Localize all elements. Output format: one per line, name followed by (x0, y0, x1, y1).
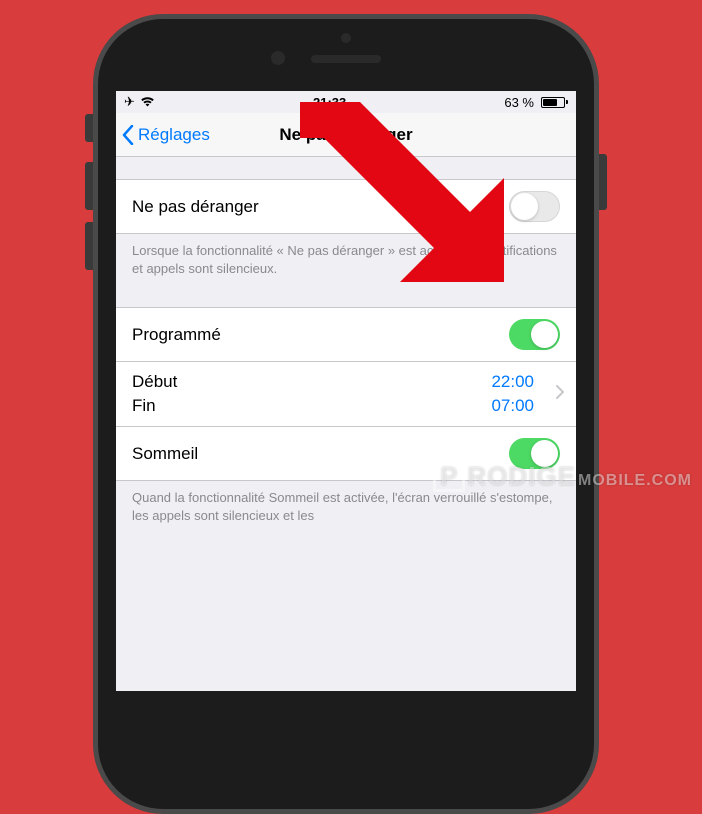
proximity-sensor (341, 33, 351, 43)
back-label: Réglages (138, 125, 210, 145)
screen: ✈︎ 21:33 63 % Réglages (116, 91, 576, 691)
volume-up-button (85, 162, 93, 210)
status-time: 21:33 (313, 95, 346, 110)
dnd-toggle[interactable] (509, 191, 560, 222)
scheduled-row[interactable]: Programmé (116, 307, 576, 362)
battery-percent: 63 % (504, 95, 534, 110)
scheduled-toggle[interactable] (509, 319, 560, 350)
navigation-bar: Réglages Ne pas déranger (116, 113, 576, 157)
watermark-r: R (467, 461, 487, 492)
earpiece-speaker (311, 55, 381, 63)
power-button (599, 154, 607, 210)
schedule-to-value: 07:00 (491, 394, 534, 418)
watermark-suffix: MOBILE.COM (578, 472, 692, 490)
dnd-label: Ne pas déranger (132, 197, 259, 217)
schedule-to-label: Fin (132, 394, 156, 418)
dnd-footer: Lorsque la fonctionnalité « Ne pas déran… (116, 234, 576, 285)
phone-bezel: ✈︎ 21:33 63 % Réglages (98, 19, 594, 809)
schedule-time-row[interactable]: Début 22:00 Fin 07:00 (116, 362, 576, 427)
sleep-label: Sommeil (132, 444, 198, 464)
wifi-icon (140, 95, 155, 110)
status-bar: ✈︎ 21:33 63 % (116, 91, 576, 113)
airplane-mode-icon: ✈︎ (124, 94, 135, 110)
mute-switch (85, 114, 93, 142)
battery-icon (539, 97, 568, 108)
volume-down-button (85, 222, 93, 270)
back-button[interactable]: Réglages (116, 125, 210, 145)
front-camera (271, 51, 285, 65)
chevron-right-icon (556, 384, 564, 404)
dnd-row[interactable]: Ne pas déranger (116, 179, 576, 234)
watermark-odige: ODIGE (487, 461, 576, 492)
schedule-from-value: 22:00 (491, 370, 534, 394)
schedule-from-label: Début (132, 370, 177, 394)
phone-frame: ✈︎ 21:33 63 % Réglages (93, 14, 599, 814)
chevron-left-icon (122, 125, 134, 145)
watermark-p: P (433, 460, 465, 492)
scheduled-label: Programmé (132, 325, 221, 345)
watermark: P R ODIGE MOBILE.COM (431, 460, 692, 492)
page-title: Ne pas déranger (279, 125, 412, 145)
